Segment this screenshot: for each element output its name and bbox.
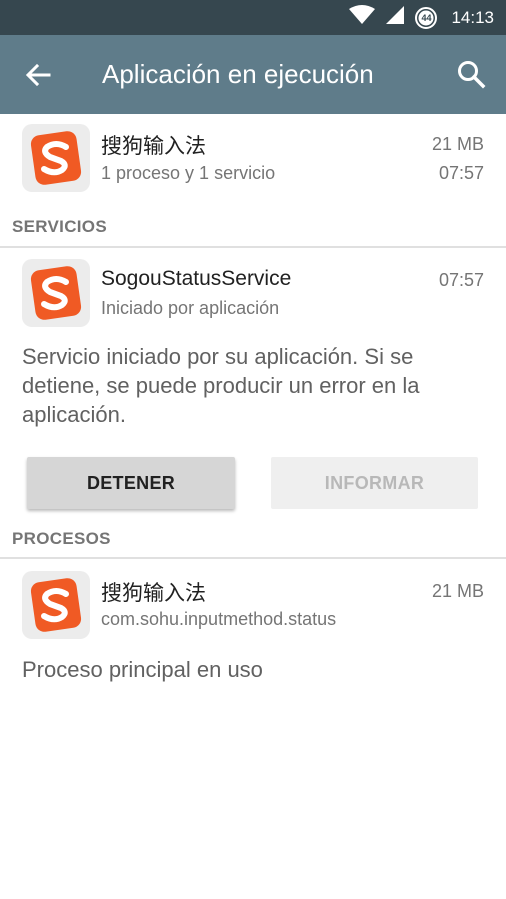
process-description: Proceso principal en uso <box>22 657 263 682</box>
stop-button-label: DETENER <box>86 472 176 493</box>
battery-icon: 44 <box>415 6 438 29</box>
divider <box>0 246 506 248</box>
service-detail: Iniciado por aplicación <box>101 298 280 318</box>
sogou-app-icon <box>22 259 90 327</box>
app-bar: Aplicación en ejecución <box>0 35 506 114</box>
status-bar: 44 14:13 <box>0 0 506 35</box>
cell-signal-icon <box>385 5 405 30</box>
services-header: SERVICIOS <box>12 217 107 236</box>
search-icon[interactable] <box>454 57 488 91</box>
processes-header: PROCESOS <box>12 529 111 548</box>
process-name: 搜狗输入法 <box>101 582 206 605</box>
battery-level: 44 <box>421 12 432 23</box>
divider <box>0 557 506 559</box>
clock: 14:13 <box>451 7 494 27</box>
wifi-icon <box>349 5 376 30</box>
stop-button[interactable]: DETENER <box>27 457 235 509</box>
page-title: Aplicación en ejecución <box>102 59 374 89</box>
service-name: SogouStatusService <box>101 267 292 290</box>
back-arrow-icon[interactable] <box>22 59 54 91</box>
service-description: Servicio iniciado por su aplicación. Si … <box>22 344 420 427</box>
process-package: com.sohu.inputmethod.status <box>101 609 337 629</box>
report-button[interactable]: INFORMAR <box>271 457 478 509</box>
report-button-label: INFORMAR <box>324 472 425 493</box>
app-size: 21 MB <box>431 134 484 154</box>
app-detail: 1 proceso y 1 servicio <box>101 163 276 183</box>
app-name: 搜狗输入法 <box>101 135 206 158</box>
service-time: 07:57 <box>438 270 484 290</box>
app-time: 07:57 <box>438 163 484 183</box>
sogou-app-icon <box>22 124 90 192</box>
sogou-app-icon <box>22 571 90 639</box>
process-size: 21 MB <box>431 581 484 601</box>
